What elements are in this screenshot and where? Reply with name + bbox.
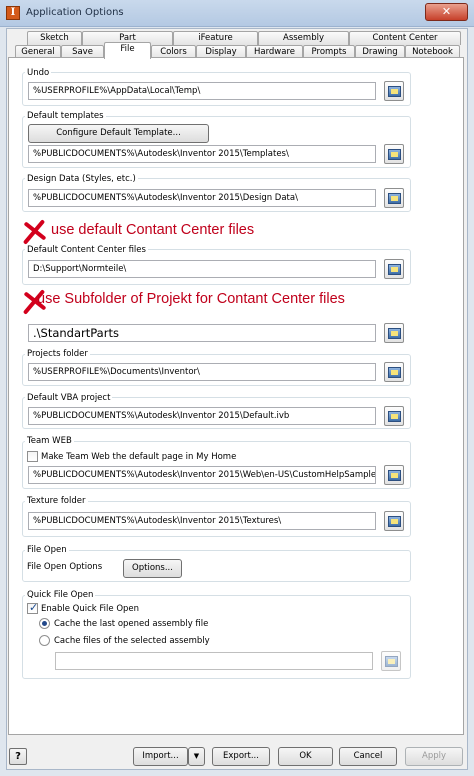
- title-bar: I Application Options ✕: [0, 0, 474, 27]
- quick-file-open-label: Quick File Open: [25, 590, 96, 600]
- folder-icon: [385, 656, 398, 667]
- design-data-browse-button[interactable]: [384, 188, 404, 208]
- undo-path-field[interactable]: %USERPROFILE%\AppData\Local\Temp\: [28, 82, 376, 100]
- folder-icon: [388, 193, 401, 204]
- texture-folder-label: Texture folder: [25, 496, 88, 506]
- folder-icon: [388, 367, 401, 378]
- vba-browse-button[interactable]: [384, 406, 404, 426]
- cache-selected-assembly-radio[interactable]: [39, 635, 50, 646]
- texture-path-field[interactable]: %PUBLICDOCUMENTS%\Autodesk\Inventor 2015…: [28, 512, 376, 530]
- default-templates-label: Default templates: [25, 111, 106, 121]
- help-button[interactable]: ?: [9, 748, 27, 765]
- quick-open-browse-button[interactable]: [381, 651, 401, 671]
- team-web-path-field[interactable]: %PUBLICDOCUMENTS%\Autodesk\Inventor 2015…: [28, 466, 376, 484]
- vba-path-field[interactable]: %PUBLICDOCUMENTS%\Autodesk\Inventor 2015…: [28, 407, 376, 425]
- annotation-default-content-center: use default Contant Center files: [51, 222, 255, 238]
- content-center-label: Default Content Center files: [25, 245, 148, 255]
- projects-path-field[interactable]: %USERPROFILE%\Documents\Inventor\: [28, 363, 376, 381]
- import-button[interactable]: Import...: [133, 747, 188, 766]
- content-center-browse-button[interactable]: [384, 259, 404, 279]
- folder-icon: [388, 86, 401, 97]
- templates-browse-button[interactable]: [384, 144, 404, 164]
- team-web-browse-button[interactable]: [384, 465, 404, 485]
- close-button[interactable]: ✕: [425, 3, 468, 21]
- projects-browse-button[interactable]: [384, 362, 404, 382]
- projects-folder-label: Projects folder: [25, 349, 90, 359]
- folder-icon: [388, 516, 401, 527]
- tab-content-center[interactable]: Content Center: [349, 31, 461, 45]
- templates-path-field[interactable]: %PUBLICDOCUMENTS%\Autodesk\Inventor 2015…: [28, 145, 376, 163]
- subfolder-browse-button[interactable]: [384, 323, 404, 343]
- window-title: Application Options: [26, 7, 124, 18]
- configure-template-button[interactable]: Configure Default Template...: [28, 124, 209, 143]
- import-dropdown-button[interactable]: ▼: [188, 747, 205, 766]
- folder-icon: [388, 470, 401, 481]
- folder-icon: [388, 328, 401, 339]
- tab-assembly[interactable]: Assembly: [258, 31, 349, 45]
- quick-open-path-field[interactable]: [55, 652, 373, 670]
- red-cross-icon: [20, 219, 48, 247]
- enable-quick-open-checkbox[interactable]: [27, 601, 38, 614]
- undo-browse-button[interactable]: [384, 81, 404, 101]
- file-open-options-button[interactable]: Options...: [123, 559, 182, 578]
- cancel-button[interactable]: Cancel: [339, 747, 397, 766]
- cache-last-opened-label: Cache the last opened assembly file: [54, 619, 209, 629]
- undo-label: Undo: [25, 68, 52, 78]
- team-web-label: Team WEB: [25, 436, 74, 446]
- folder-icon: [388, 264, 401, 275]
- team-web-checkbox-label: Make Team Web the default page in My Hom…: [41, 452, 237, 462]
- team-web-checkbox[interactable]: [27, 451, 38, 462]
- tab-ifeature[interactable]: iFeature: [173, 31, 258, 45]
- folder-icon: [388, 411, 401, 422]
- file-open-options-label: File Open Options: [27, 562, 103, 572]
- inventor-app-icon: I: [6, 6, 20, 20]
- annotation-subfolder-content-center: use Subfolder of Projekt for Contant Cen…: [37, 291, 345, 307]
- folder-icon: [388, 149, 401, 160]
- vba-project-label: Default VBA project: [25, 393, 113, 403]
- design-data-label: Design Data (Styles, etc.): [25, 174, 138, 184]
- tab-sketch[interactable]: Sketch: [27, 31, 82, 45]
- subfolder-path-field[interactable]: .\StandartParts: [28, 324, 376, 342]
- apply-button[interactable]: Apply: [405, 747, 463, 766]
- export-button[interactable]: Export...: [212, 747, 270, 766]
- design-data-path-field[interactable]: %PUBLICDOCUMENTS%\Autodesk\Inventor 2015…: [28, 189, 376, 207]
- enable-quick-open-label: Enable Quick File Open: [41, 604, 140, 614]
- cache-selected-assembly-label: Cache files of the selected assembly: [54, 636, 210, 646]
- file-open-label: File Open: [25, 545, 69, 555]
- cache-last-opened-radio[interactable]: [39, 618, 50, 629]
- ok-button[interactable]: OK: [278, 747, 333, 766]
- tab-file[interactable]: File: [104, 42, 151, 59]
- texture-browse-button[interactable]: [384, 511, 404, 531]
- content-center-path-field[interactable]: D:\Support\Normteile\: [28, 260, 376, 278]
